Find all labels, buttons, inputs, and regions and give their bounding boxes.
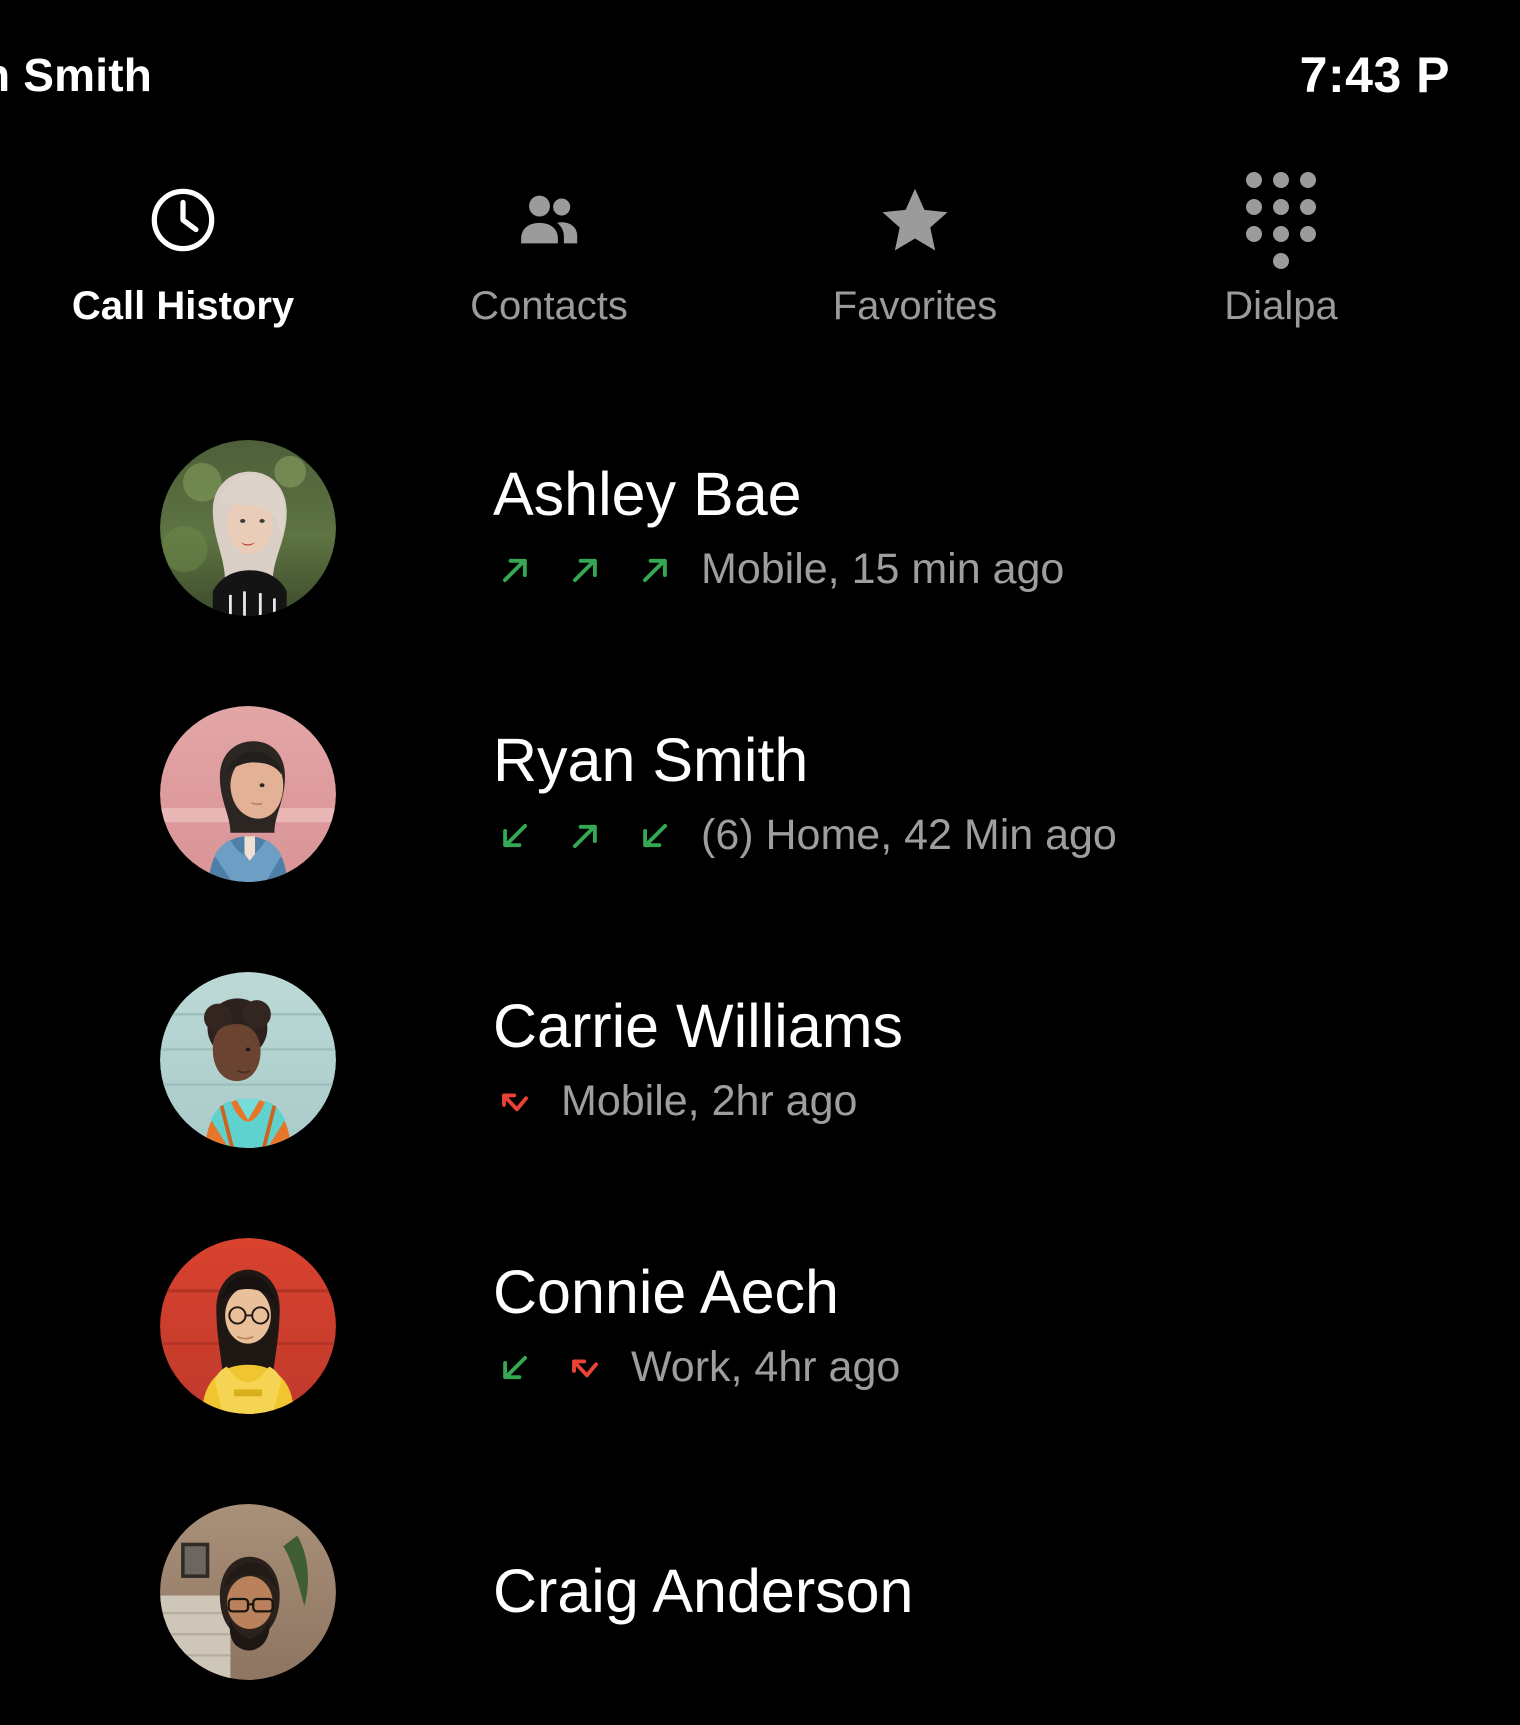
connie-aech-avatar[interactable] [160,1238,336,1414]
missed-call-arrow-icon [572,1359,598,1378]
contact-name: Carrie Williams [493,991,904,1060]
outgoing-call-arrow-icon [502,558,527,582]
status-bar-title: n Smith [0,49,153,101]
call-history-list: Ashley Bae Mobile, 15 min ago Ryan Smith… [0,395,1412,1725]
contact-name: Ryan Smith [493,725,809,794]
tab-dialpad[interactable]: Dialpa [1098,160,1464,365]
missed-call-arrow-icon [502,1093,528,1112]
outgoing-call-arrow-icon [572,824,597,848]
call-row-text: Craig Anderson [493,1557,914,1626]
call-row-subtitle: (6) Home, 42 Min ago [493,811,1117,860]
call-row-text: Ashley Bae Mobile, 15 min ago [493,459,1064,595]
outgoing-call-arrow-icon [642,558,667,582]
contact-name: Ashley Bae [493,459,802,528]
call-row-subtitle: Work, 4hr ago [493,1343,900,1392]
status-bar-clock: 7:43 P [1299,47,1450,103]
outgoing-call-arrow-icon [572,558,597,582]
people-icon [511,178,587,262]
tab-label-dialpad: Dialpa [1224,284,1338,328]
call-history-row[interactable]: Ashley Bae Mobile, 15 min ago [0,395,1412,661]
contact-name: Connie Aech [493,1257,839,1326]
call-direction-arrows [493,1080,537,1124]
call-direction-arrows [493,814,677,858]
call-detail-text: Mobile, 15 min ago [701,545,1065,594]
tab-label-contacts: Contacts [470,284,628,328]
call-row-text: Ryan Smith (6) Home, 42 Min ago [493,725,1117,861]
call-history-row[interactable]: Carrie Williams Mobile, 2hr ago [0,927,1412,1193]
call-row-text: Carrie Williams Mobile, 2hr ago [493,991,904,1127]
incoming-call-arrow-icon [503,1355,528,1380]
status-bar: n Smith 7:43 P [0,0,1449,150]
call-direction-arrows [493,548,677,592]
dialpad-icon [1246,171,1316,269]
ashley-bae-avatar[interactable] [160,440,336,616]
carrie-williams-avatar[interactable] [160,972,336,1148]
contact-name: Craig Anderson [493,1557,914,1626]
tab-contacts[interactable]: Contacts [366,160,732,365]
tab-label-favorites: Favorites [832,284,998,328]
call-detail-text: (6) Home, 42 Min ago [701,811,1117,860]
call-row-subtitle: Mobile, 2hr ago [493,1077,903,1126]
tab-call-history[interactable]: Call History [0,160,366,365]
clock-icon [146,178,220,262]
tab-label-call-history: Call History [71,284,295,328]
incoming-call-arrow-icon [643,823,668,848]
call-detail-text: Mobile, 2hr ago [561,1077,858,1126]
call-row-text: Connie Aech Work, 4hr ago [493,1257,900,1393]
call-detail-text: Work, 4hr ago [631,1343,901,1392]
ryan-smith-avatar[interactable] [160,706,336,882]
tab-bar: Call History Contacts Favorites Dialpa [0,160,1412,365]
craig-anderson-avatar[interactable] [160,1504,336,1680]
call-history-row[interactable]: Craig Anderson [0,1459,1412,1725]
tab-favorites[interactable]: Favorites [732,160,1098,365]
call-direction-arrows [493,1346,607,1390]
call-history-row[interactable]: Connie Aech Work, 4hr ago [0,1193,1412,1459]
incoming-call-arrow-icon [503,823,528,848]
call-row-subtitle: Mobile, 15 min ago [493,545,1064,594]
star-icon [876,178,954,262]
call-history-row[interactable]: Ryan Smith (6) Home, 42 Min ago [0,661,1412,927]
